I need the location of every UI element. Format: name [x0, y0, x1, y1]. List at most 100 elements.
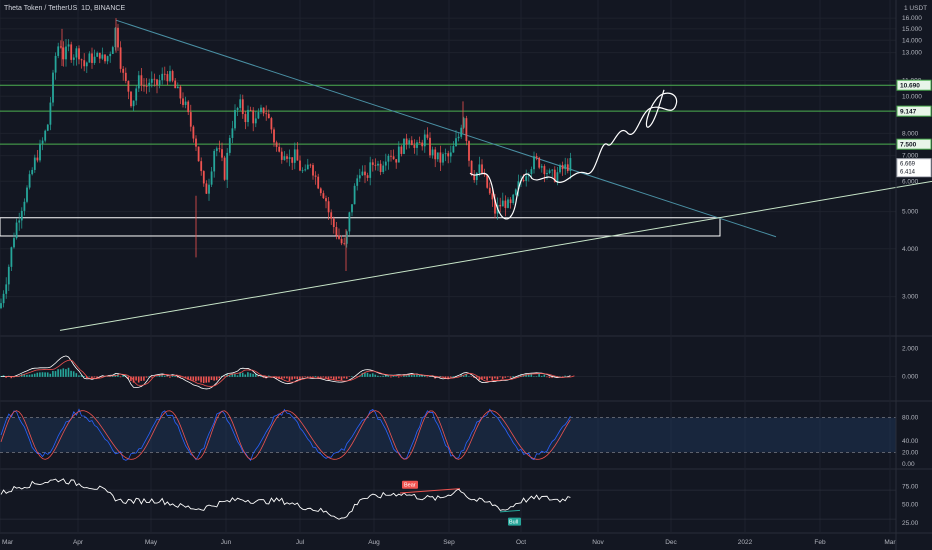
- candle-body: [176, 86, 179, 89]
- macd-histogram-bar: [488, 376, 491, 378]
- candle-body: [26, 187, 28, 202]
- candle-body: [512, 194, 515, 204]
- candle-body: [410, 140, 413, 146]
- macd-histogram-bar: [49, 373, 52, 377]
- candle-body: [312, 165, 314, 176]
- candle-body: [522, 180, 525, 181]
- candle-body: [80, 59, 83, 61]
- macd-histogram-bar: [218, 376, 221, 379]
- price-tick-label: 8.000: [902, 130, 919, 137]
- macd-line: [1, 355, 571, 390]
- candle-body: [468, 141, 470, 161]
- macd-histogram-bar: [78, 375, 80, 377]
- price-tick-label: 13.000: [902, 50, 922, 57]
- macd-histogram-bar: [283, 376, 286, 379]
- support-zone: [0, 217, 721, 237]
- candle-body: [501, 200, 504, 207]
- candle-body: [119, 47, 122, 69]
- candle-body: [546, 173, 548, 175]
- candle-body: [41, 140, 44, 144]
- candle-body: [273, 129, 275, 143]
- candle-body: [197, 146, 200, 162]
- candle-body: [257, 112, 260, 119]
- candle-body: [319, 188, 322, 194]
- macd-histogram-bar: [504, 376, 507, 378]
- candle-body: [15, 222, 18, 239]
- candle-body: [111, 47, 114, 54]
- candle-body: [226, 152, 229, 180]
- candle-body: [369, 162, 372, 178]
- candle-body: [551, 169, 554, 171]
- candle-body: [442, 154, 444, 163]
- candle-body: [75, 48, 78, 58]
- macd-histogram-bar: [249, 373, 252, 377]
- macd-histogram-bar: [369, 374, 371, 377]
- macd-histogram-bar: [54, 371, 57, 377]
- x-tick-label: Sep: [443, 539, 455, 546]
- candle-body: [343, 243, 346, 245]
- candle-body: [301, 170, 304, 172]
- macd-histogram-bar: [67, 367, 70, 377]
- macd-histogram-bar: [410, 375, 413, 377]
- candle-body: [36, 157, 39, 161]
- candle-body: [540, 166, 543, 168]
- macd-histogram-bar: [343, 376, 345, 379]
- macd-histogram-bar: [507, 376, 509, 378]
- candle-body: [426, 134, 429, 138]
- macd-histogram-bar: [52, 370, 54, 377]
- candle-body: [2, 293, 5, 304]
- stoch-tick-label: 40.00: [902, 438, 919, 445]
- candle-body: [59, 46, 62, 48]
- price-tick-label: 4.000: [902, 246, 919, 253]
- candle-body: [353, 185, 356, 205]
- candle-body: [127, 81, 130, 92]
- candle-body: [143, 85, 145, 87]
- candle-body: [189, 112, 192, 127]
- trading-chart[interactable]: Mar Apr May Jun Jul Aug Sep Oct Nov Dec 2022 Feb Mar…: [0, 0, 932, 550]
- candle-body: [150, 78, 153, 83]
- macd-histogram-bar: [150, 376, 153, 378]
- candle-body: [488, 187, 491, 194]
- candle-body: [291, 157, 294, 163]
- macd-histogram-bar: [397, 376, 400, 378]
- candle-body: [218, 148, 221, 150]
- candle-body: [195, 138, 197, 147]
- x-tick-label: Dec: [665, 539, 677, 546]
- macd-histogram-bar: [137, 376, 140, 383]
- candle-body: [171, 71, 174, 81]
- candle-body: [566, 164, 569, 172]
- candle-body: [13, 238, 15, 248]
- candle-body: [101, 54, 104, 59]
- macd-histogram-bar: [351, 376, 353, 377]
- candle-body: [174, 80, 177, 89]
- bull-label: Bull: [509, 520, 518, 526]
- macd-histogram-bar: [371, 373, 374, 377]
- candle-body: [327, 201, 330, 213]
- level-badge-text: 7.500: [900, 142, 917, 149]
- candle-body: [278, 146, 281, 152]
- macd-histogram-bar: [364, 372, 366, 377]
- candle-body: [374, 164, 377, 166]
- candle-body: [379, 163, 382, 172]
- candle-body: [124, 72, 127, 82]
- candle-body: [452, 146, 455, 153]
- x-tick-label: Feb: [814, 539, 826, 546]
- macd-histogram-bar: [491, 376, 494, 381]
- candle-body: [361, 171, 364, 176]
- candle-body: [309, 164, 312, 166]
- candle-body: [332, 218, 335, 228]
- macd-histogram-bar: [286, 376, 288, 379]
- candle-body: [556, 172, 559, 182]
- candle-body: [57, 46, 60, 56]
- macd-histogram-bar: [143, 376, 145, 381]
- macd-histogram-bar: [390, 376, 392, 378]
- macd-histogram-bar: [540, 375, 543, 377]
- candle-body: [306, 164, 309, 170]
- candle-body: [153, 78, 156, 80]
- candle-body: [525, 176, 528, 181]
- macd-histogram-bar: [426, 376, 429, 378]
- macd-histogram-bar: [195, 376, 197, 382]
- bear-divergence-line: [399, 488, 461, 494]
- candle-body: [148, 82, 151, 87]
- candle-body: [78, 48, 80, 60]
